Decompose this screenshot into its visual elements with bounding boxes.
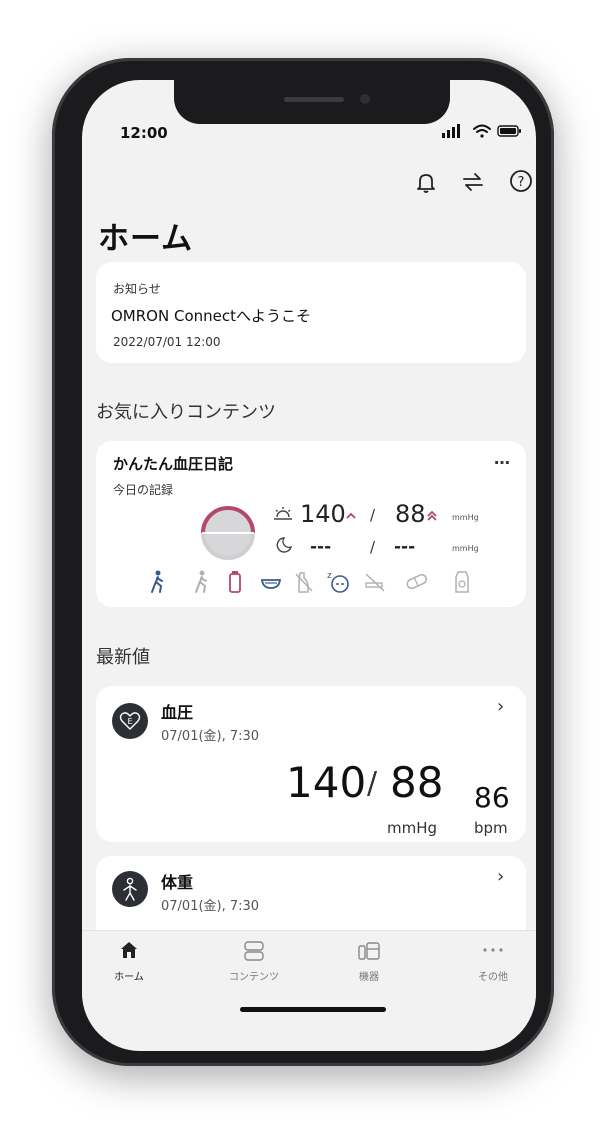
walk-icon[interactable] bbox=[147, 569, 167, 595]
bp-label: 血圧 bbox=[161, 703, 194, 722]
evening-unit: mmHg bbox=[452, 544, 479, 553]
evening-diastolic: --- bbox=[394, 537, 416, 557]
nav-home-label: ホーム bbox=[114, 972, 144, 983]
pulse-value: 86 bbox=[474, 781, 510, 814]
devices-icon bbox=[358, 942, 380, 960]
evening-systolic: --- bbox=[310, 537, 332, 557]
up-arrow-icon bbox=[346, 512, 356, 519]
sunrise-icon bbox=[274, 507, 292, 520]
nav-devices-label: 機器 bbox=[359, 972, 379, 983]
pill-icon[interactable] bbox=[404, 572, 430, 592]
svg-text:z: z bbox=[327, 571, 332, 581]
notice-card[interactable]: お知らせ OMRON Connectへようこそ 2022/07/01 12:00 bbox=[96, 262, 526, 363]
no-smoking-icon[interactable] bbox=[363, 571, 387, 593]
blood-pressure-card[interactable]: E 血圧 07/01(金), 7:30 › 140 / 88 mmHg 86 b… bbox=[96, 686, 526, 842]
card-more-button[interactable]: … bbox=[494, 449, 510, 468]
more-icon bbox=[483, 948, 503, 952]
double-up-arrow-icon bbox=[427, 510, 437, 521]
bp-systolic: 140 bbox=[286, 758, 367, 807]
bp-datetime: 07/01(金), 7:30 bbox=[161, 729, 260, 744]
notice-label: お知らせ bbox=[113, 282, 161, 296]
nav-more-label: その他 bbox=[478, 972, 508, 983]
home-icon bbox=[121, 942, 137, 958]
favorites-section-title: お気に入りコンテンツ bbox=[96, 402, 276, 423]
weight-datetime: 07/01(金), 7:30 bbox=[161, 899, 260, 914]
nav-home[interactable]: ホーム bbox=[104, 938, 154, 984]
morning-diastolic: 88 bbox=[395, 500, 426, 528]
nav-contents-label: コンテンツ bbox=[229, 972, 279, 983]
bp-separator: / bbox=[367, 766, 378, 801]
salt-icon[interactable] bbox=[452, 569, 472, 595]
weight-label: 体重 bbox=[161, 873, 194, 892]
contents-icon bbox=[244, 941, 264, 961]
no-alcohol-icon[interactable] bbox=[293, 569, 315, 595]
status-icons bbox=[442, 124, 521, 138]
speaker bbox=[284, 97, 344, 102]
morning-unit: mmHg bbox=[452, 513, 479, 522]
wifi-icon bbox=[473, 124, 491, 138]
morning-separator: / bbox=[370, 506, 376, 524]
latest-section-title: 最新値 bbox=[96, 647, 150, 668]
phone-notch bbox=[174, 80, 450, 124]
evening-separator: / bbox=[370, 538, 376, 556]
sync-icon[interactable] bbox=[459, 168, 487, 196]
bp-chevron-right-icon: › bbox=[497, 696, 505, 717]
home-indicator[interactable] bbox=[240, 1007, 386, 1012]
status-time: 12:00 bbox=[120, 124, 168, 142]
svg-text:E: E bbox=[127, 717, 132, 726]
notice-datetime: 2022/07/01 12:00 bbox=[113, 335, 221, 349]
nav-devices[interactable]: 機器 bbox=[343, 938, 395, 984]
walk-light-icon[interactable] bbox=[191, 569, 211, 595]
bp-diary-title: かんたん血圧日記 bbox=[113, 455, 234, 473]
notice-message: OMRON Connectへようこそ bbox=[111, 307, 311, 325]
bp-diastolic: 88 bbox=[390, 758, 444, 807]
weight-chevron-right-icon: › bbox=[497, 866, 505, 887]
bp-gauge bbox=[201, 506, 255, 560]
bottle-icon[interactable] bbox=[227, 569, 243, 595]
bp-diary-card[interactable]: かんたん血圧日記 … 今日の記録 140 / 88 mmHg --- / ---… bbox=[96, 441, 526, 607]
nav-contents[interactable]: コンテンツ bbox=[222, 938, 286, 984]
bell-icon[interactable] bbox=[412, 168, 440, 196]
nav-more[interactable]: その他 bbox=[468, 938, 518, 984]
bp-heart-icon: E bbox=[112, 703, 148, 739]
pulse-unit: bpm bbox=[474, 819, 508, 837]
svg-text:?: ? bbox=[518, 175, 525, 190]
moon-icon bbox=[276, 537, 293, 553]
page-title: ホーム bbox=[98, 221, 194, 257]
help-icon[interactable]: ? bbox=[507, 167, 535, 195]
bp-unit: mmHg bbox=[387, 819, 438, 837]
sleep-icon[interactable]: z bbox=[325, 569, 351, 595]
battery-icon bbox=[497, 125, 521, 137]
camera bbox=[360, 94, 370, 104]
morning-systolic: 140 bbox=[300, 500, 346, 528]
bowl-icon[interactable] bbox=[260, 573, 282, 591]
bp-diary-subtitle: 今日の記録 bbox=[113, 483, 174, 497]
weight-person-icon bbox=[112, 871, 148, 907]
signal-icon bbox=[442, 124, 460, 138]
